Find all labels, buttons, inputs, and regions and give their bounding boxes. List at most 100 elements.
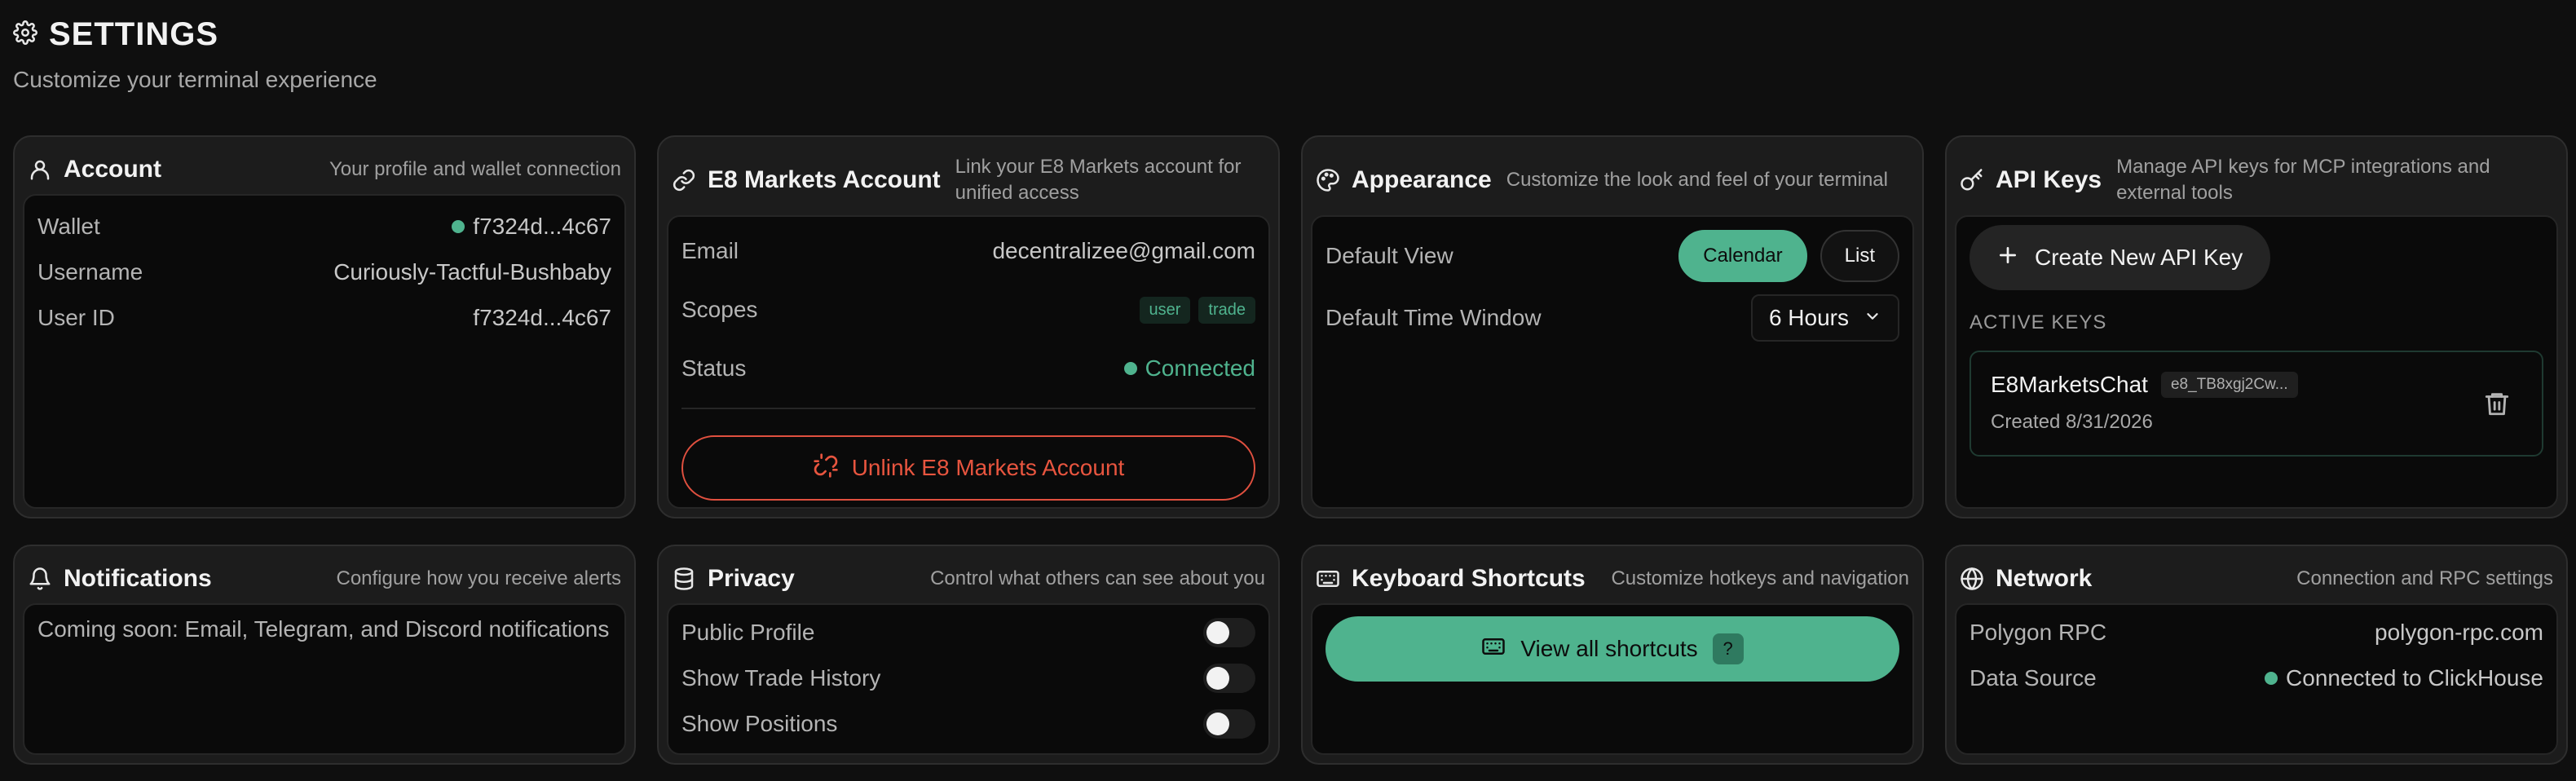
keyboard-icon [1481,634,1506,664]
scope-tag: trade [1198,296,1255,324]
e8-card-header: E8 Markets Account Link your E8 Markets … [667,145,1270,215]
gear-icon [13,20,37,49]
keyboard-icon [1316,567,1340,591]
user-icon [28,157,52,182]
shortcuts-card-header: Keyboard Shortcuts Customize hotkeys and… [1311,554,1914,603]
api-keys-card: API Keys Manage API keys for MCP integra… [1945,135,2568,518]
list-view-button[interactable]: List [1820,230,1899,282]
unlink-e8-button[interactable]: Unlink E8 Markets Account [681,435,1255,501]
time-window-select[interactable]: 6 Hours [1750,294,1899,342]
network-description: Connection and RPC settings [2296,567,2553,589]
appearance-card: Appearance Customize the look and feel o… [1301,135,1924,518]
trade-history-row: Show Trade History [681,655,1255,701]
view-shortcuts-label: View all shortcuts [1520,636,1698,661]
email-row: Email decentralizee@gmail.com [681,222,1255,280]
e8-account-card: E8 Markets Account Link your E8 Markets … [657,135,1280,518]
status-dot [2265,672,2278,685]
user-id-row: User ID f7324d...4c67 [37,295,611,341]
api-keys-description: Manage API keys for MCP integrations and… [2116,156,2490,204]
rpc-label: Polygon RPC [1969,620,2107,645]
status-value: Connected [1123,355,1255,382]
notifications-card: Notifications Configure how you receive … [13,545,636,765]
network-card-body: Polygon RPC polygon-rpc.com Data Source … [1955,603,2558,755]
toggle-knob [1206,667,1229,690]
key-name: E8MarketsChat [1991,372,2148,397]
privacy-description: Control what others can see about you [930,567,1265,589]
user-id-value[interactable]: f7324d...4c67 [473,305,611,331]
appearance-card-header: Appearance Customize the look and feel o… [1311,145,1914,215]
notifications-card-header: Notifications Configure how you receive … [23,554,626,603]
unlink-label: Unlink E8 Markets Account [851,455,1125,480]
page-title: SETTINGS [49,15,219,52]
coming-soon-message: Coming soon: Email, Telegram, and Discor… [37,616,610,642]
shortcuts-description: Customize hotkeys and navigation [1611,567,1909,589]
data-source-row: Data Source Connected to ClickHouse [1969,655,2543,701]
public-profile-toggle[interactable] [1203,618,1255,647]
wallet-row: Wallet f7324d...4c67 [37,204,611,249]
scopes-list: user trade [1139,296,1255,324]
globe-icon [1960,567,1984,591]
username-label: Username [37,259,143,285]
privacy-card-header: Privacy Control what others can see abou… [667,554,1270,603]
username-value: Curiously-Tactful-Bushbaby [333,259,611,285]
notifications-description: Configure how you receive alerts [336,567,621,589]
default-view-row: Default View Calendar List [1325,227,1899,285]
account-title: Account [64,156,161,183]
privacy-title: Privacy [708,565,795,592]
time-window-value: 6 Hours [1768,305,1849,330]
shortcuts-card: Keyboard Shortcuts Customize hotkeys and… [1301,545,1924,765]
account-card-header: Account Your profile and wallet connecti… [23,145,626,194]
rpc-row: Polygon RPC polygon-rpc.com [1969,610,2543,655]
account-description: Your profile and wallet connection [329,158,621,180]
data-source-label: Data Source [1969,665,2097,691]
key-name-row: E8MarketsChat e8_TB8xgj2Cw... [1991,372,2522,398]
page-subtitle: Customize your terminal experience [13,67,377,92]
appearance-description: Customize the look and feel of your term… [1506,169,1888,191]
e8-title: E8 Markets Account [708,166,941,193]
api-keys-title: API Keys [1996,166,2102,193]
network-card: Network Connection and RPC settings Poly… [1945,545,2568,765]
network-title: Network [1996,565,2093,592]
time-window-row: Default Time Window 6 Hours [1325,285,1899,351]
database-icon [672,567,696,591]
calendar-view-button[interactable]: Calendar [1678,230,1807,282]
scopes-label: Scopes [681,297,758,322]
settings-grid: Account Your profile and wallet connecti… [13,135,2568,765]
e8-card-body: Email decentralizee@gmail.com Scopes use… [667,215,1270,509]
wallet-value[interactable]: f7324d...4c67 [452,214,611,240]
appearance-title: Appearance [1352,166,1492,193]
user-id-label: User ID [37,305,115,330]
unlink-icon [813,452,839,484]
trash-icon[interactable] [2483,390,2511,417]
shortcut-key-hint: ? [1712,633,1744,664]
key-icon [1960,168,1984,192]
status-text: Connected [1145,355,1255,381]
positions-toggle[interactable] [1203,709,1255,739]
network-card-header: Network Connection and RPC settings [1955,554,2558,603]
create-api-key-button[interactable]: Create New API Key [1969,225,2271,290]
username-row: Username Curiously-Tactful-Bushbaby [37,249,611,295]
toggle-knob [1206,713,1229,735]
notifications-title: Notifications [64,565,212,592]
wallet-label: Wallet [37,214,100,239]
page-header: SETTINGS Customize your terminal experie… [13,11,377,93]
api-keys-card-header: API Keys Manage API keys for MCP integra… [1955,145,2558,215]
api-keys-card-body: Create New API Key ACTIVE KEYS E8Markets… [1955,215,2558,509]
trade-history-toggle[interactable] [1203,664,1255,693]
time-window-label: Default Time Window [1325,305,1542,330]
view-shortcuts-button[interactable]: View all shortcuts ? [1325,616,1899,682]
status-label: Status [681,355,747,381]
default-view-label: Default View [1325,243,1453,268]
appearance-card-body: Default View Calendar List Default Time … [1311,215,1914,509]
active-keys-label: ACTIVE KEYS [1969,311,2107,333]
trade-history-label: Show Trade History [681,665,881,691]
link-icon [672,168,696,192]
bell-icon [28,567,52,591]
toggle-knob [1206,621,1229,644]
privacy-card: Privacy Control what others can see abou… [657,545,1280,765]
wallet-address: f7324d...4c67 [473,214,611,239]
privacy-card-body: Public Profile Show Trade History Show P… [667,603,1270,755]
status-dot [1123,362,1137,375]
scopes-row: Scopes user trade [681,280,1255,339]
create-api-key-label: Create New API Key [2035,245,2243,270]
